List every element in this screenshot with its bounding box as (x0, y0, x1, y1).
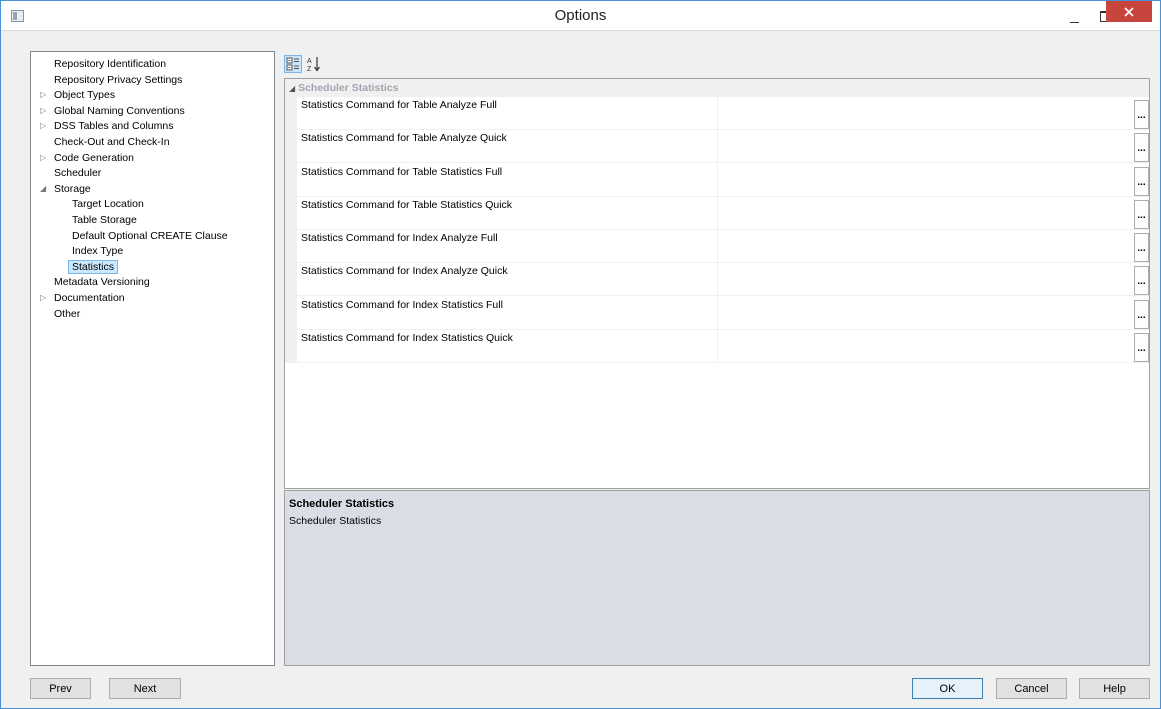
ellipsis-button[interactable]: ... (1134, 233, 1149, 262)
collapse-arrow-icon[interactable]: ◢ (40, 182, 50, 196)
category-name: Scheduler Statistics (298, 82, 399, 94)
ellipsis-button[interactable]: ... (1134, 199, 1149, 229)
column-divider[interactable] (717, 296, 718, 330)
grid-gutter (285, 79, 297, 363)
tree-item[interactable]: Global Naming Conventions (54, 104, 185, 118)
tree-item[interactable]: Code Generation (54, 151, 134, 165)
column-divider[interactable] (717, 163, 718, 197)
ellipsis-button[interactable]: ... (1134, 133, 1149, 163)
window-title: Options (554, 7, 607, 24)
close-icon (1124, 6, 1134, 17)
ellipsis-button[interactable]: ... (1134, 332, 1149, 362)
tree-item[interactable]: DSS Tables and Columns (54, 119, 173, 133)
ellipsis-button[interactable]: ... (1134, 100, 1149, 129)
property-row[interactable]: Statistics Command for Index Analyze Ful… (297, 230, 1149, 263)
tree-item[interactable]: Scheduler (54, 166, 101, 180)
property-name: Statistics Command for Table Statistics … (301, 165, 503, 178)
expand-arrow-icon[interactable]: ▷ (40, 291, 50, 305)
alphabetical-button[interactable]: A Z (305, 55, 323, 73)
tree-item[interactable]: Repository Identification (54, 57, 166, 71)
tree-item[interactable]: Default Optional CREATE Clause (72, 229, 228, 243)
property-row[interactable]: Statistics Command for Table Statistics … (297, 196, 1149, 230)
tree-item[interactable]: Repository Privacy Settings (54, 73, 182, 87)
property-name: Statistics Command for Table Statistics … (301, 198, 513, 211)
tree-item[interactable]: Target Location (72, 197, 144, 211)
property-row[interactable]: Statistics Command for Index Statistics … (297, 296, 1149, 330)
property-value[interactable] (722, 132, 1127, 160)
category-label: ◢ Scheduler Statistics (289, 82, 398, 94)
tree-item[interactable]: Statistics (68, 259, 119, 274)
tree-item[interactable]: Check-Out and Check-In (54, 135, 170, 149)
property-value[interactable] (722, 265, 1127, 293)
property-row[interactable]: Statistics Command for Index Analyze Qui… (297, 263, 1149, 297)
column-divider[interactable] (717, 97, 718, 130)
svg-text:A: A (307, 58, 312, 65)
category-row[interactable]: ◢ Scheduler Statistics (285, 79, 1149, 97)
column-divider[interactable] (717, 196, 718, 230)
options-tree[interactable]: Repository Identification Repository Priv… (30, 51, 275, 666)
tree-item[interactable]: Object Types (54, 88, 115, 102)
expand-arrow-icon[interactable]: ▷ (40, 119, 50, 133)
column-divider[interactable] (717, 130, 718, 164)
tree-item[interactable]: Metadata Versioning (54, 275, 150, 289)
column-divider[interactable] (717, 263, 718, 297)
categorized-button[interactable] (284, 55, 302, 73)
property-row[interactable]: Statistics Command for Table Analyze Ful… (297, 97, 1149, 130)
property-row[interactable]: Statistics Command for Table Analyze Qui… (297, 130, 1149, 164)
column-divider[interactable] (717, 230, 718, 263)
property-name: Statistics Command for Index Statistics … (301, 298, 503, 311)
column-divider[interactable] (717, 329, 718, 363)
ellipsis-button[interactable]: ... (1134, 166, 1149, 196)
property-value[interactable] (722, 332, 1127, 360)
cancel-button[interactable]: Cancel (996, 678, 1067, 699)
minimize-button[interactable] (1060, 7, 1088, 29)
property-grid[interactable]: ◢ Scheduler Statistics Statistics Comman… (284, 78, 1150, 489)
help-button[interactable]: Help (1079, 678, 1150, 699)
options-dialog: Options Repository Identification Reposit… (0, 0, 1161, 709)
property-name: Statistics Command for Index Analyze Ful… (301, 232, 498, 244)
close-button[interactable] (1106, 1, 1152, 22)
ellipsis-button[interactable]: ... (1134, 266, 1149, 296)
tree-item[interactable]: Table Storage (72, 213, 137, 227)
ellipsis-button[interactable]: ... (1134, 299, 1149, 329)
description-panel: Scheduler Statistics Scheduler Statistic… (284, 490, 1150, 666)
categorized-view-icon (286, 57, 299, 71)
svg-text:Z: Z (307, 66, 312, 72)
prev-button[interactable]: Prev (30, 678, 91, 699)
property-value[interactable] (722, 99, 1127, 127)
property-name: Statistics Command for Index Statistics … (301, 331, 513, 344)
expand-arrow-icon[interactable]: ▷ (40, 151, 50, 165)
title-bar: Options (1, 1, 1160, 31)
sort-alphabetical-icon: A Z (307, 57, 320, 72)
tree-item[interactable]: Other (54, 307, 80, 321)
collapse-icon: ◢ (289, 84, 296, 93)
property-value[interactable] (722, 232, 1127, 260)
description-title: Scheduler Statistics (289, 498, 395, 510)
description-text: Scheduler Statistics (289, 515, 382, 527)
property-value[interactable] (722, 166, 1127, 194)
ok-button[interactable]: OK (912, 678, 983, 699)
property-name: Statistics Command for Table Analyze Ful… (301, 99, 497, 111)
next-button[interactable]: Next (109, 678, 181, 699)
expand-arrow-icon[interactable]: ▷ (40, 104, 50, 118)
property-value[interactable] (722, 199, 1127, 227)
property-row[interactable]: Statistics Command for Index Statistics … (297, 329, 1149, 363)
tree-item[interactable]: Storage (54, 182, 91, 196)
tree-item[interactable]: Index Type (72, 244, 123, 258)
property-name: Statistics Command for Index Analyze Qui… (301, 265, 508, 278)
tree-item[interactable]: Documentation (54, 291, 125, 305)
property-name: Statistics Command for Table Analyze Qui… (301, 132, 507, 145)
property-row[interactable]: Statistics Command for Table Statistics … (297, 163, 1149, 197)
property-value[interactable] (722, 299, 1127, 327)
expand-arrow-icon[interactable]: ▷ (40, 88, 50, 102)
